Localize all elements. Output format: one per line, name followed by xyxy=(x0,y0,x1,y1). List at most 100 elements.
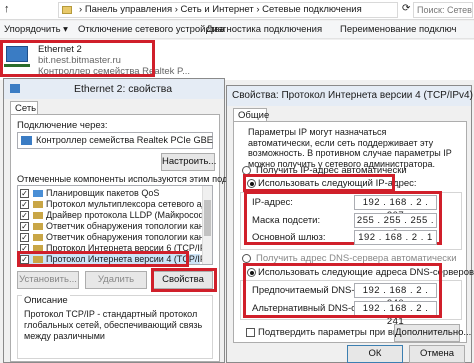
list-item[interactable]: ✓ Протокол Интернета версии 6 (TCP/IPv6) xyxy=(20,243,212,254)
up-arrow-icon[interactable]: ↑ xyxy=(4,3,10,15)
adapter-field: Контроллер семейства Realtek PCIe GBE xyxy=(17,132,213,149)
scrollbar-thumb[interactable] xyxy=(204,200,211,236)
cancel-button[interactable]: Отмена xyxy=(409,345,465,363)
dialog-title: Ethernet 2: свойства xyxy=(74,83,173,95)
intro-text: Параметры IP могут назначаться автоматич… xyxy=(248,127,452,169)
ethernet-properties-dialog: Ethernet 2: свойства Сеть Подключение че… xyxy=(3,78,278,363)
connect-via-label: Подключение через: xyxy=(17,120,108,131)
refresh-icon[interactable]: ⟳ xyxy=(402,3,410,14)
adapter-name: Ethernet 2 xyxy=(38,44,82,55)
breadcrumb-item-connections[interactable]: Сетевые подключения xyxy=(262,4,362,15)
component-label: Ответчик обнаружения топологии канальног… xyxy=(46,221,212,231)
auto-dns-radio[interactable] xyxy=(242,254,251,263)
gateway-label: Основной шлюз: xyxy=(252,232,326,243)
network-adapter-icon xyxy=(6,46,28,62)
ok-button[interactable]: ОК xyxy=(347,345,403,363)
tab-network-label: Сеть xyxy=(15,103,37,114)
description-group: Описание Протокол TCP/IP - стандартный п… xyxy=(17,295,213,359)
component-label: Протокол Интернета версии 6 (TCP/IPv6) xyxy=(46,243,213,253)
tab-panel: Параметры IP могут назначаться автоматич… xyxy=(233,121,474,343)
search-field[interactable]: Поиск: Сетев xyxy=(413,2,473,18)
gateway-field[interactable]: 192 . 168 . 2 . 1 xyxy=(354,230,437,245)
mask-label: Маска подсети: xyxy=(252,215,321,226)
breadcrumb-item-control-panel[interactable]: Панель управления xyxy=(85,4,172,15)
rename-button[interactable]: Переименование подключ xyxy=(340,24,456,35)
qos-icon xyxy=(33,190,43,197)
components-list[interactable]: ✓ Планировщик пакетов QoS ✓ Протокол мульт… xyxy=(17,185,213,265)
list-item[interactable]: ✓ Драйвер протокола LLDP (Майкрософт) xyxy=(20,210,212,221)
auto-dns-label: Получить адрес DNS-сервера автоматически xyxy=(256,253,457,264)
checkbox[interactable]: ✓ xyxy=(20,244,29,253)
ip-label: IP-адрес: xyxy=(252,197,293,208)
disable-device-button[interactable]: Отключение сетевого устройства xyxy=(78,24,225,35)
list-scrollbar[interactable] xyxy=(202,186,212,264)
protocol-icon xyxy=(33,223,43,230)
manual-dns-radio[interactable] xyxy=(247,268,256,277)
adapter-network: bit.nest.bitmaster.ru xyxy=(38,55,121,66)
validate-checkbox[interactable] xyxy=(246,328,255,337)
ipv4-properties-dialog: Свойства: Протокол Интернета версии 4 (T… xyxy=(226,85,474,363)
tab-general[interactable]: Общие xyxy=(233,108,270,122)
configure-button[interactable]: Настроить... xyxy=(161,153,216,171)
checkbox[interactable]: ✓ xyxy=(20,200,29,209)
component-label: Ответчик обнаружения топологии канальног… xyxy=(46,232,212,242)
network-cable-icon xyxy=(4,64,30,67)
folder-icon xyxy=(62,6,72,14)
list-item[interactable]: ✓ Протокол мультиплексора сетевого адапте… xyxy=(20,199,212,210)
advanced-button[interactable]: Дополнительно... xyxy=(394,324,471,342)
list-item[interactable]: ✓ Ответчик обнаружения топологии канально… xyxy=(20,221,212,232)
chevron-right-icon: › xyxy=(174,4,178,15)
address-bar-row: ↑ › Панель управления › Сеть и Интернет … xyxy=(0,0,474,20)
tab-panel: Подключение через: Контроллер семейства … xyxy=(10,114,278,362)
chevron-right-icon: › xyxy=(79,4,83,15)
adapter-item[interactable]: Ethernet 2 bit.nest.bitmaster.ru Контрол… xyxy=(2,42,190,77)
manual-ip-radio[interactable] xyxy=(247,179,256,188)
properties-button[interactable]: Свойства xyxy=(153,271,213,289)
list-item[interactable]: ✓ Ответчик обнаружения топологии канально… xyxy=(20,232,212,243)
breadcrumb: › Панель управления › Сеть и Интернет › … xyxy=(79,4,362,15)
component-label: Протокол Интернета версии 4 (TCP/IPv4) xyxy=(46,254,213,264)
component-label: Протокол мультиплексора сетевого адаптер… xyxy=(46,199,212,209)
ip-address-field[interactable]: 192 . 168 . 2 . 207 xyxy=(354,195,437,221)
protocol-icon xyxy=(33,245,43,252)
address-field[interactable]: › Панель управления › Сеть и Интернет › … xyxy=(58,2,398,18)
dialog-titlebar: Ethernet 2: свойства xyxy=(4,79,224,99)
adapter-card-icon xyxy=(21,136,32,145)
diagnose-button[interactable]: Диагностика подключения xyxy=(206,24,322,35)
manual-ip-label: Использовать следующий IP-адрес: xyxy=(258,178,417,189)
checkbox[interactable]: ✓ xyxy=(20,211,29,220)
protocol-icon xyxy=(33,201,43,208)
list-item[interactable]: ✓ Планировщик пакетов QoS xyxy=(20,188,200,199)
auto-ip-radio[interactable] xyxy=(242,166,251,175)
breadcrumb-item-network[interactable]: Сеть и Интернет xyxy=(181,4,254,15)
remove-button[interactable]: Удалить xyxy=(85,271,147,289)
install-button[interactable]: Установить... xyxy=(17,271,79,289)
checkbox[interactable]: ✓ xyxy=(20,233,29,242)
chevron-right-icon: › xyxy=(256,4,260,15)
protocol-icon xyxy=(33,212,43,219)
dialog-title: Свойства: Протокол Интернета версии 4 (T… xyxy=(232,90,473,101)
protocol-icon xyxy=(33,256,43,263)
protocol-icon xyxy=(33,234,43,241)
tab-general-label: Общие xyxy=(238,110,270,121)
organize-button[interactable]: Упорядочить ▾ xyxy=(4,24,68,35)
auto-ip-label: Получить IP-адрес автоматически xyxy=(256,165,407,176)
checkbox[interactable]: ✓ xyxy=(20,189,29,198)
preferred-dns-field[interactable]: 192 . 168 . 2 . 240 xyxy=(354,283,437,309)
network-icon xyxy=(10,84,20,93)
adapter-device: Контроллер семейства Realtek P... xyxy=(38,66,191,77)
adapter-field-value: Контроллер семейства Realtek PCIe GBE xyxy=(36,135,213,145)
manual-dns-label: Использовать следующие адреса DNS-сервер… xyxy=(258,267,474,278)
checkbox[interactable]: ✓ xyxy=(20,255,29,264)
description-title: Описание xyxy=(22,295,70,306)
command-toolbar: Упорядочить ▾ Отключение сетевого устрой… xyxy=(0,21,474,39)
tab-network[interactable]: Сеть xyxy=(10,101,38,115)
search-placeholder: Поиск: Сетев xyxy=(417,5,472,15)
component-label: Драйвер протокола LLDP (Майкрософт) xyxy=(46,210,213,220)
alternate-dns-field[interactable]: 192 . 168 . 2 . 241 xyxy=(354,301,437,327)
list-item-ipv4[interactable]: ✓ Протокол Интернета версии 4 (TCP/IPv4) xyxy=(20,254,212,264)
checkbox[interactable]: ✓ xyxy=(20,222,29,231)
subnet-mask-field[interactable]: 255 . 255 . 255 . 0 xyxy=(354,213,437,239)
component-label: Планировщик пакетов QoS xyxy=(46,188,160,198)
dialog-titlebar: Свойства: Протокол Интернета версии 4 (T… xyxy=(227,86,473,106)
